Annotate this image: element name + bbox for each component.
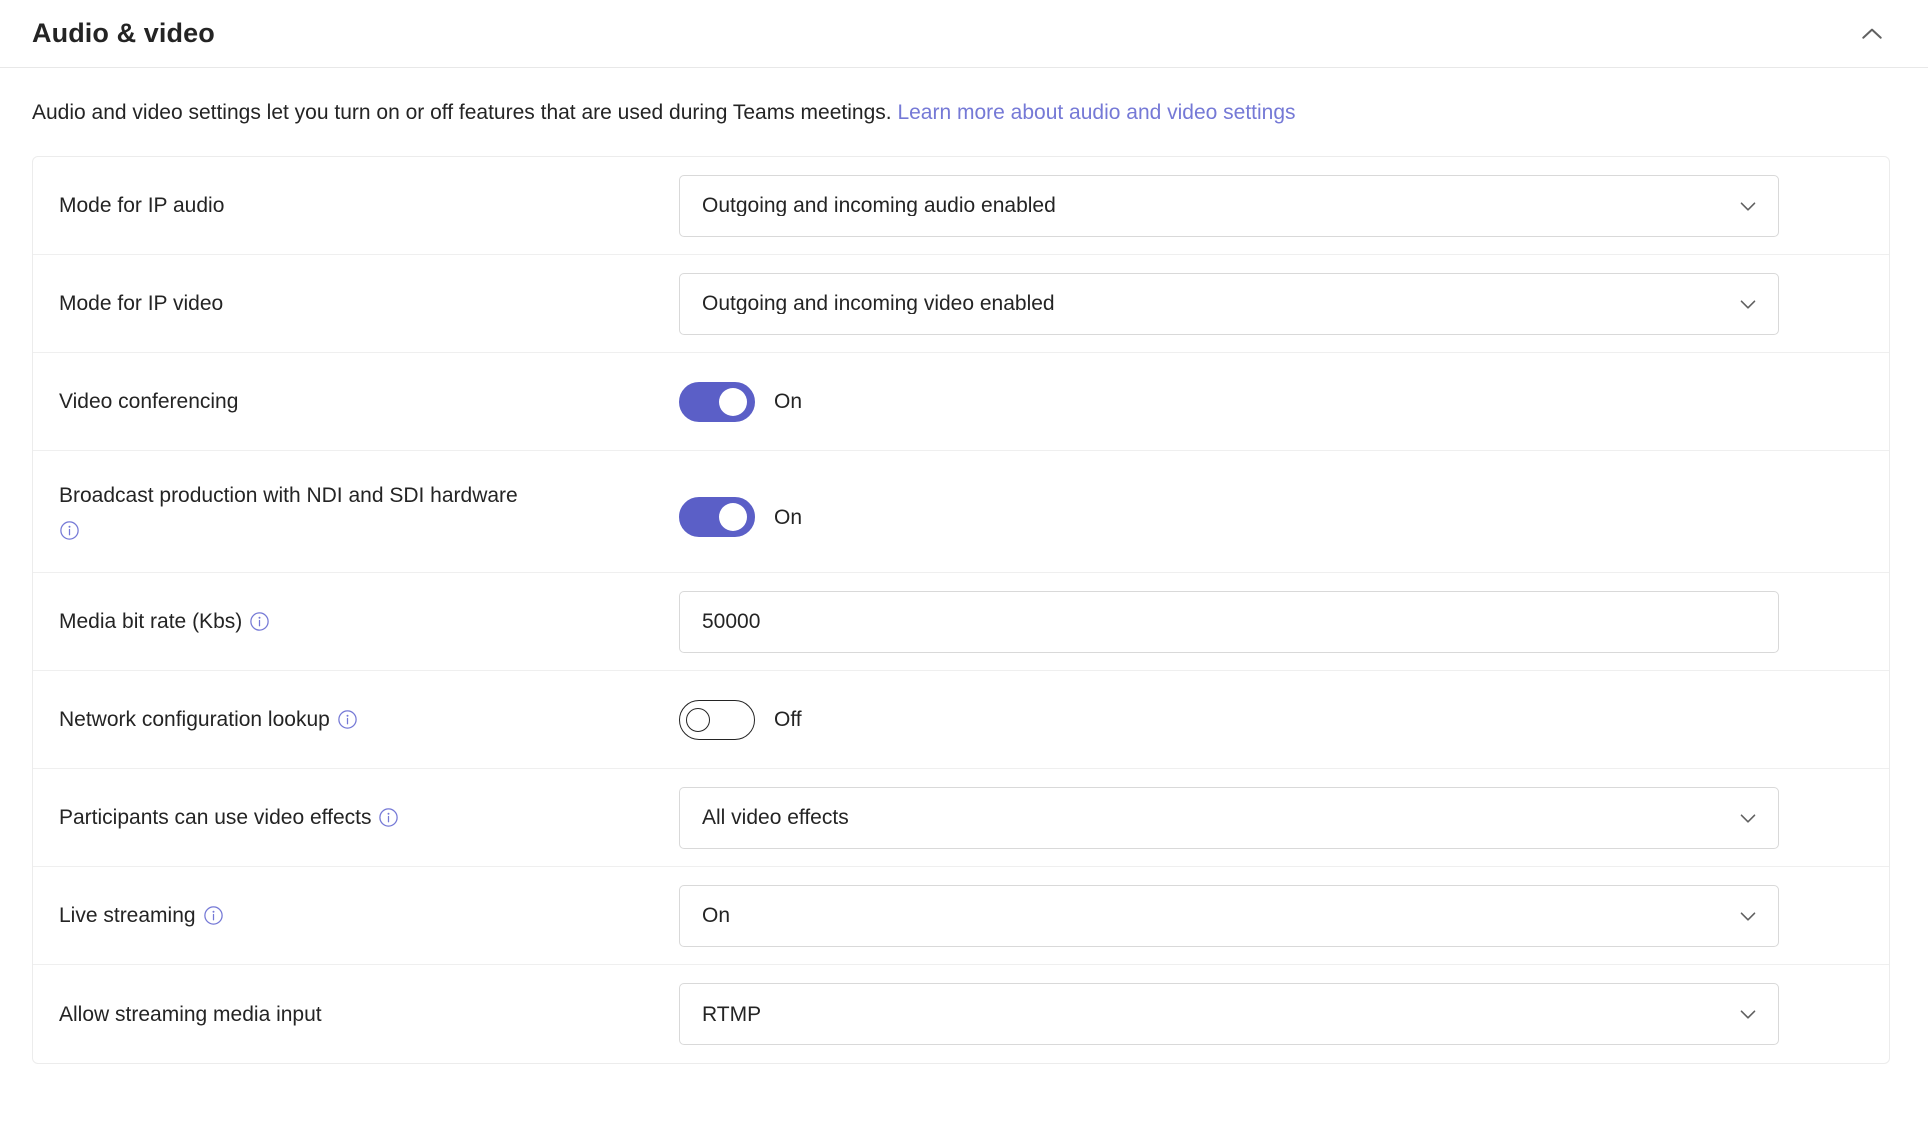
- setting-label: Mode for IP video: [59, 289, 679, 318]
- setting-label: Video conferencing: [59, 387, 679, 416]
- setting-control: On: [679, 479, 1889, 538]
- setting-row-participants-video-effects: Participants can use video effects All v…: [33, 769, 1889, 868]
- setting-control: All video effects: [679, 786, 1889, 849]
- panel-description: Audio and video settings let you turn on…: [0, 68, 1928, 127]
- setting-label: Mode for IP audio: [59, 191, 679, 220]
- setting-control: Outgoing and incoming video enabled: [679, 272, 1889, 335]
- setting-row-mode-for-ip-audio: Mode for IP audio Outgoing and incoming …: [33, 157, 1889, 256]
- setting-control: On: [679, 381, 1889, 422]
- media-bit-rate-input[interactable]: [679, 590, 1779, 653]
- panel-header: Audio & video: [0, 0, 1928, 68]
- toggle-knob: [719, 503, 747, 532]
- info-icon[interactable]: [378, 807, 399, 828]
- setting-row-media-bit-rate: Media bit rate (Kbs): [33, 573, 1889, 672]
- setting-label: Broadcast production with NDI and SDI ha…: [59, 479, 679, 541]
- participants-video-effects-dropdown[interactable]: All video effects: [679, 786, 1779, 849]
- setting-control: RTMP: [679, 983, 1889, 1046]
- setting-row-network-configuration-lookup: Network configuration lookup Off: [33, 671, 1889, 770]
- setting-label-text: Participants can use video effects: [59, 806, 372, 830]
- chevron-down-icon: [1735, 1001, 1761, 1027]
- live-streaming-dropdown[interactable]: On: [679, 884, 1779, 947]
- setting-row-mode-for-ip-video: Mode for IP video Outgoing and incoming …: [33, 255, 1889, 354]
- setting-control: Off: [679, 699, 1889, 740]
- chevron-down-icon: [1735, 805, 1761, 831]
- info-icon[interactable]: [249, 611, 270, 632]
- setting-label-text: Live streaming: [59, 904, 196, 928]
- mode-for-ip-audio-dropdown[interactable]: Outgoing and incoming audio enabled: [679, 174, 1779, 237]
- setting-label-text: Mode for IP video: [59, 292, 224, 316]
- setting-row-video-conferencing: Video conferencing On: [33, 353, 1889, 452]
- video-conferencing-toggle[interactable]: [679, 381, 755, 422]
- setting-label-text: Video conferencing: [59, 390, 239, 414]
- setting-label: Live streaming: [59, 901, 679, 930]
- broadcast-production-toggle[interactable]: [679, 497, 755, 538]
- toggle-group: On: [679, 497, 803, 538]
- setting-control: On: [679, 884, 1889, 947]
- toggle-group: Off: [679, 699, 802, 740]
- allow-streaming-media-input-dropdown[interactable]: RTMP: [679, 983, 1779, 1046]
- info-icon[interactable]: [59, 520, 80, 541]
- toggle-group: On: [679, 381, 803, 422]
- description-text: Audio and video settings let you turn on…: [32, 101, 892, 124]
- info-icon[interactable]: [203, 905, 224, 926]
- page-title: Audio & video: [32, 18, 215, 48]
- toggle-knob: [686, 707, 710, 732]
- setting-row-broadcast-production: Broadcast production with NDI and SDI ha…: [33, 451, 1889, 574]
- info-icon[interactable]: [337, 709, 358, 730]
- setting-label-text: Network configuration lookup: [59, 708, 330, 732]
- setting-control: [679, 590, 1889, 653]
- audio-video-settings-panel: Audio & video Audio and video settings l…: [0, 0, 1928, 1136]
- network-configuration-lookup-toggle[interactable]: [679, 699, 755, 740]
- dropdown-value: Outgoing and incoming audio enabled: [702, 195, 1056, 217]
- toggle-knob: [719, 387, 747, 416]
- chevron-up-icon: [1857, 19, 1887, 49]
- setting-label-text: Allow streaming media input: [59, 1002, 322, 1026]
- dropdown-value: On: [702, 905, 731, 927]
- setting-control: Outgoing and incoming audio enabled: [679, 174, 1889, 237]
- chevron-down-icon: [1735, 193, 1761, 219]
- toggle-state-label: Off: [774, 708, 802, 732]
- collapse-section-button[interactable]: [1850, 12, 1894, 56]
- setting-label: Network configuration lookup: [59, 705, 679, 734]
- toggle-state-label: On: [774, 390, 803, 414]
- setting-label-text: Media bit rate (Kbs): [59, 610, 243, 634]
- setting-label: Media bit rate (Kbs): [59, 607, 679, 636]
- settings-list: Mode for IP audio Outgoing and incoming …: [32, 156, 1890, 1065]
- learn-more-link[interactable]: Learn more about audio and video setting…: [897, 101, 1295, 124]
- dropdown-value: All video effects: [702, 807, 849, 829]
- chevron-down-icon: [1735, 291, 1761, 317]
- setting-label: Participants can use video effects: [59, 803, 679, 832]
- setting-row-allow-streaming-media-input: Allow streaming media input RTMP: [33, 965, 1889, 1063]
- setting-label-text: Broadcast production with NDI and SDI ha…: [59, 484, 518, 508]
- dropdown-value: RTMP: [702, 1003, 762, 1025]
- setting-label: Allow streaming media input: [59, 1000, 679, 1029]
- chevron-down-icon: [1735, 903, 1761, 929]
- toggle-state-label: On: [774, 505, 803, 529]
- setting-row-live-streaming: Live streaming On: [33, 867, 1889, 966]
- setting-label-text: Mode for IP audio: [59, 194, 225, 218]
- dropdown-value: Outgoing and incoming video enabled: [702, 293, 1055, 315]
- mode-for-ip-video-dropdown[interactable]: Outgoing and incoming video enabled: [679, 272, 1779, 335]
